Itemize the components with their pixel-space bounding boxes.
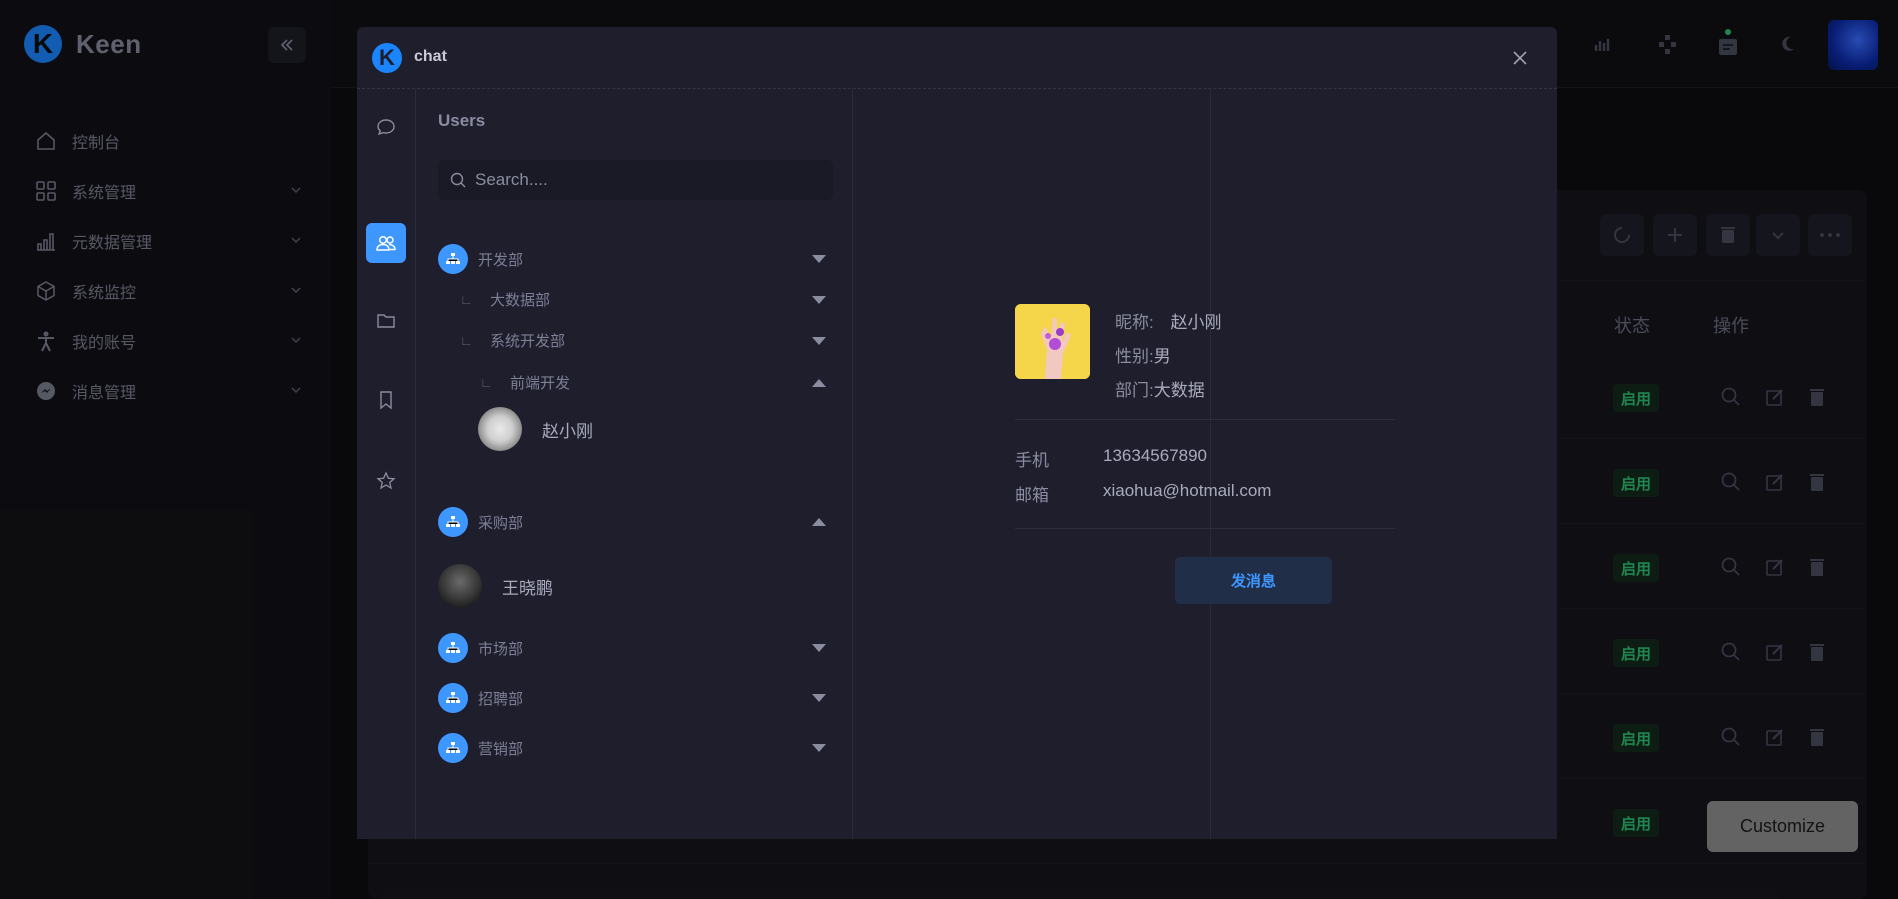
department-value: 大数据 [1153, 381, 1205, 400]
search-icon [450, 172, 466, 187]
keen-logo-icon: K [372, 43, 402, 73]
caret-down-icon[interactable] [812, 295, 826, 304]
tree-sub-bigdata[interactable]: ∟ 大数据部 [460, 289, 833, 310]
send-message-button[interactable]: 发消息 [1175, 557, 1332, 604]
caret-up-icon[interactable] [812, 518, 826, 526]
nickname-line: 昵称: 赵小刚 [1115, 308, 1221, 333]
chat-title: chat [414, 48, 447, 65]
users-icon [376, 235, 396, 251]
org-chart-icon [438, 683, 468, 713]
email-value: xiaohua@hotmail.com [1103, 481, 1272, 500]
app-root: K Keen 控制台 系统管理 元数据管理 系统监控 我的账号 消息管理 状态 … [0, 0, 1898, 899]
tree-user-zhao[interactable]: 赵小刚 [478, 407, 833, 451]
tree-branch-icon: ∟ [480, 375, 493, 390]
user-detail-panel: 昵称: 赵小刚 性别:男 部门:大数据 手机 13634567890 邮箱 xi… [853, 89, 1557, 839]
caret-down-icon[interactable] [812, 255, 826, 263]
profile-photo [1015, 304, 1090, 379]
search-box[interactable] [438, 160, 833, 200]
gender-label: 性别: [1115, 347, 1154, 366]
caret-down-icon[interactable] [812, 744, 826, 752]
rail-users-button[interactable] [366, 223, 406, 263]
gender-line: 性别:男 [1115, 342, 1171, 367]
tree-dept-market[interactable]: 市场部 [438, 633, 833, 663]
tree-dept-sales[interactable]: 营销部 [438, 733, 833, 763]
caret-up-icon[interactable] [812, 378, 826, 387]
tree-dept-dev[interactable]: 开发部 [438, 244, 833, 274]
rail-favorites-button[interactable] [366, 461, 406, 501]
chat-modal: K chat Users Search.... 开发部 ∟ 大数据部 ∟ 系统开… [357, 27, 1557, 839]
caret-down-icon[interactable] [812, 644, 826, 652]
tree-branch-icon: ∟ [460, 333, 473, 348]
department-label: 部门: [1115, 381, 1154, 400]
phone-line: 手机 13634567890 [1015, 446, 1207, 471]
info-divider [1015, 528, 1395, 529]
avatar [438, 564, 482, 608]
tree-user-label: 王晓鹏 [502, 578, 553, 598]
close-icon [1513, 51, 1527, 65]
tree-dept-hiring[interactable]: 招聘部 [438, 683, 833, 713]
phone-value: 13634567890 [1103, 446, 1208, 465]
tree-dept-label: 采购部 [478, 514, 524, 532]
chat-rail [357, 89, 416, 839]
tree-sub-sysdev[interactable]: ∟ 系统开发部 [460, 330, 833, 351]
phone-label: 手机 [1015, 451, 1049, 470]
email-label: 邮箱 [1015, 486, 1049, 505]
rail-chats-button[interactable] [366, 107, 406, 147]
email-line: 邮箱 xiaohua@hotmail.com [1015, 481, 1271, 506]
department-line: 部门:大数据 [1115, 376, 1205, 401]
tree-branch-icon: ∟ [460, 292, 473, 307]
nickname-value: 赵小刚 [1170, 313, 1222, 332]
tree-sub-frontend[interactable]: ∟ 前端开发 [480, 372, 833, 393]
nickname-label: 昵称: [1115, 313, 1154, 332]
caret-down-icon[interactable] [812, 336, 826, 345]
org-chart-icon [438, 507, 468, 537]
folder-icon [377, 314, 395, 328]
org-chart-icon [438, 733, 468, 763]
gender-value: 男 [1153, 347, 1171, 366]
org-chart-icon [438, 244, 468, 274]
caret-down-icon[interactable] [812, 694, 826, 702]
avatar [478, 407, 522, 451]
org-chart-icon [438, 633, 468, 663]
tree-dept-label: 招聘部 [478, 690, 524, 708]
bookmark-icon [380, 391, 392, 410]
rail-bookmarks-button[interactable] [366, 380, 406, 420]
tree-sub-label: 前端开发 [510, 375, 571, 392]
tree-dept-label: 开发部 [478, 251, 524, 269]
tree-user-label: 赵小刚 [542, 421, 593, 441]
search-input[interactable] [475, 170, 805, 190]
tree-sub-label: 系统开发部 [490, 333, 566, 350]
rail-files-button[interactable] [366, 301, 406, 341]
tree-user-wang[interactable]: 王晓鹏 [438, 564, 833, 608]
close-button[interactable] [1509, 47, 1531, 69]
info-divider [1015, 419, 1395, 420]
star-icon [376, 471, 396, 490]
tree-dept-label: 市场部 [478, 640, 524, 658]
tree-dept-label: 营销部 [478, 740, 524, 758]
chat-header: K chat [357, 27, 1557, 89]
tree-dept-purchase[interactable]: 采购部 [438, 507, 833, 537]
users-title: Users [438, 111, 486, 130]
message-bubble-icon [377, 119, 395, 136]
tree-sub-label: 大数据部 [490, 292, 551, 309]
